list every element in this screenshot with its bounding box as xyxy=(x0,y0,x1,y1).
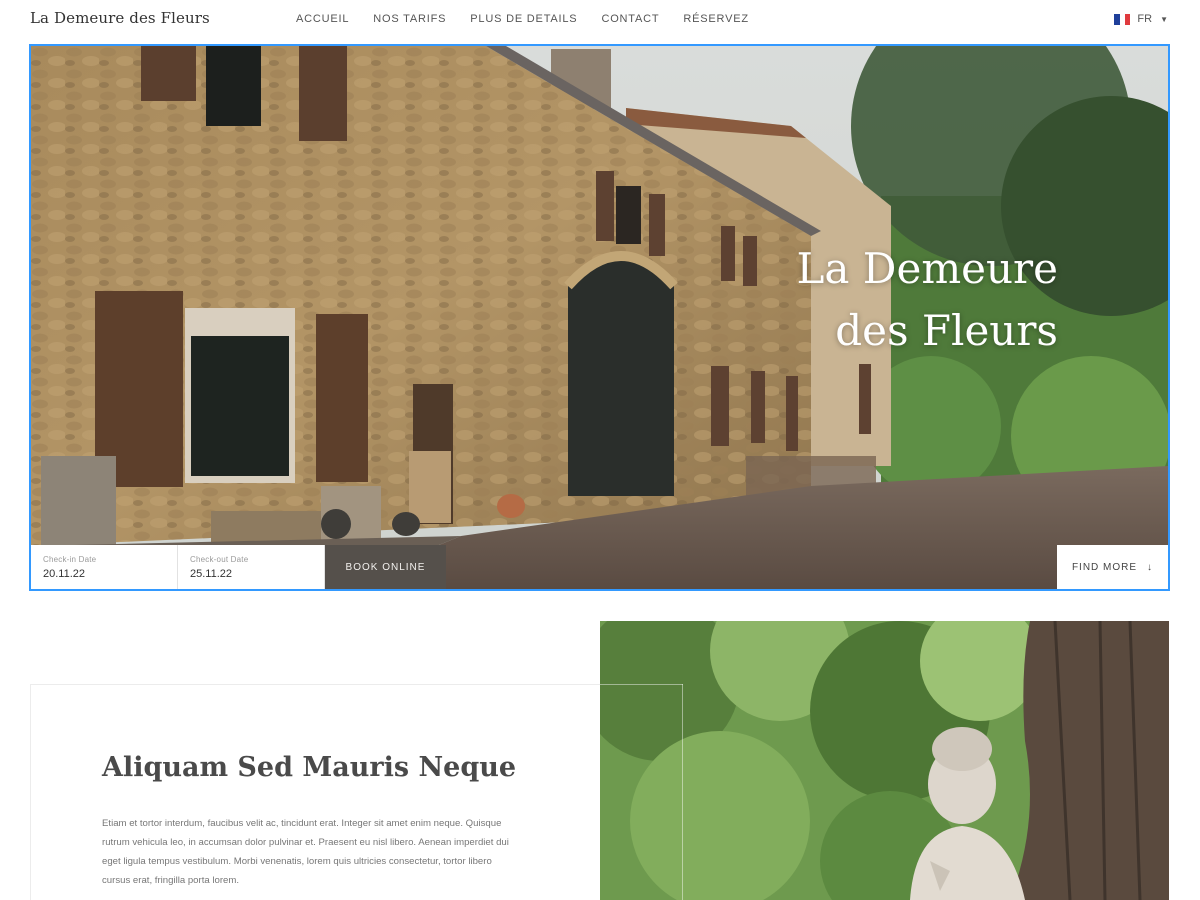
hero-banner: La Demeure des Fleurs Check-in Date 20.1… xyxy=(29,44,1170,591)
book-online-button[interactable]: BOOK ONLINE xyxy=(325,545,446,589)
arrow-down-icon: ↓ xyxy=(1147,561,1154,573)
hero-title-line-2: des Fleurs xyxy=(835,306,1058,355)
main-nav: ACCUEIL NOS TARIFS PLUS DE DETAILS CONTA… xyxy=(296,13,773,25)
checkout-label: Check-out Date xyxy=(190,555,249,564)
france-flag-icon xyxy=(1114,13,1131,25)
hero-title-line-1: La Demeure xyxy=(796,244,1058,293)
nav-item-nos-tarifs[interactable]: NOS TARIFS xyxy=(373,13,446,25)
hero-title: La Demeure des Fleurs xyxy=(797,238,1058,362)
checkin-date-field[interactable]: Check-in Date 20.11.22 xyxy=(31,545,178,589)
garden-illustration xyxy=(600,621,1169,900)
checkout-value: 25.11.22 xyxy=(190,568,233,580)
find-more-label: FIND MORE xyxy=(1071,561,1138,573)
card-frame-line xyxy=(600,684,683,685)
find-more-button[interactable]: FIND MORE ↓ xyxy=(1057,545,1168,589)
caret-down-icon: ▼ xyxy=(1160,14,1168,24)
nav-item-plus-de-details[interactable]: PLUS DE DETAILS xyxy=(470,13,577,25)
garden-buddha-image xyxy=(600,621,1169,900)
checkout-date-field[interactable]: Check-out Date 25.11.22 xyxy=(178,545,325,589)
section-title: Aliquam Sed Mauris Neque xyxy=(102,752,517,783)
language-selector[interactable]: FR ▼ xyxy=(1114,13,1168,25)
nav-item-accueil[interactable]: ACCUEIL xyxy=(296,13,349,25)
language-code: FR xyxy=(1137,13,1153,25)
site-header: La Demeure des Fleurs ACCUEIL NOS TARIFS… xyxy=(0,0,1200,40)
nav-item-reservez[interactable]: RÉSERVEZ xyxy=(683,13,749,25)
checkin-label: Check-in Date xyxy=(43,555,97,564)
checkin-value: 20.11.22 xyxy=(43,568,86,580)
nav-item-contact[interactable]: CONTACT xyxy=(601,13,659,25)
site-logo-text[interactable]: La Demeure des Fleurs xyxy=(30,9,210,27)
section-body-text: Etiam et tortor interdum, faucibus velit… xyxy=(102,818,509,886)
card-frame-line-vertical xyxy=(682,684,683,900)
booking-bar: Check-in Date 20.11.22 Check-out Date 25… xyxy=(31,545,446,589)
